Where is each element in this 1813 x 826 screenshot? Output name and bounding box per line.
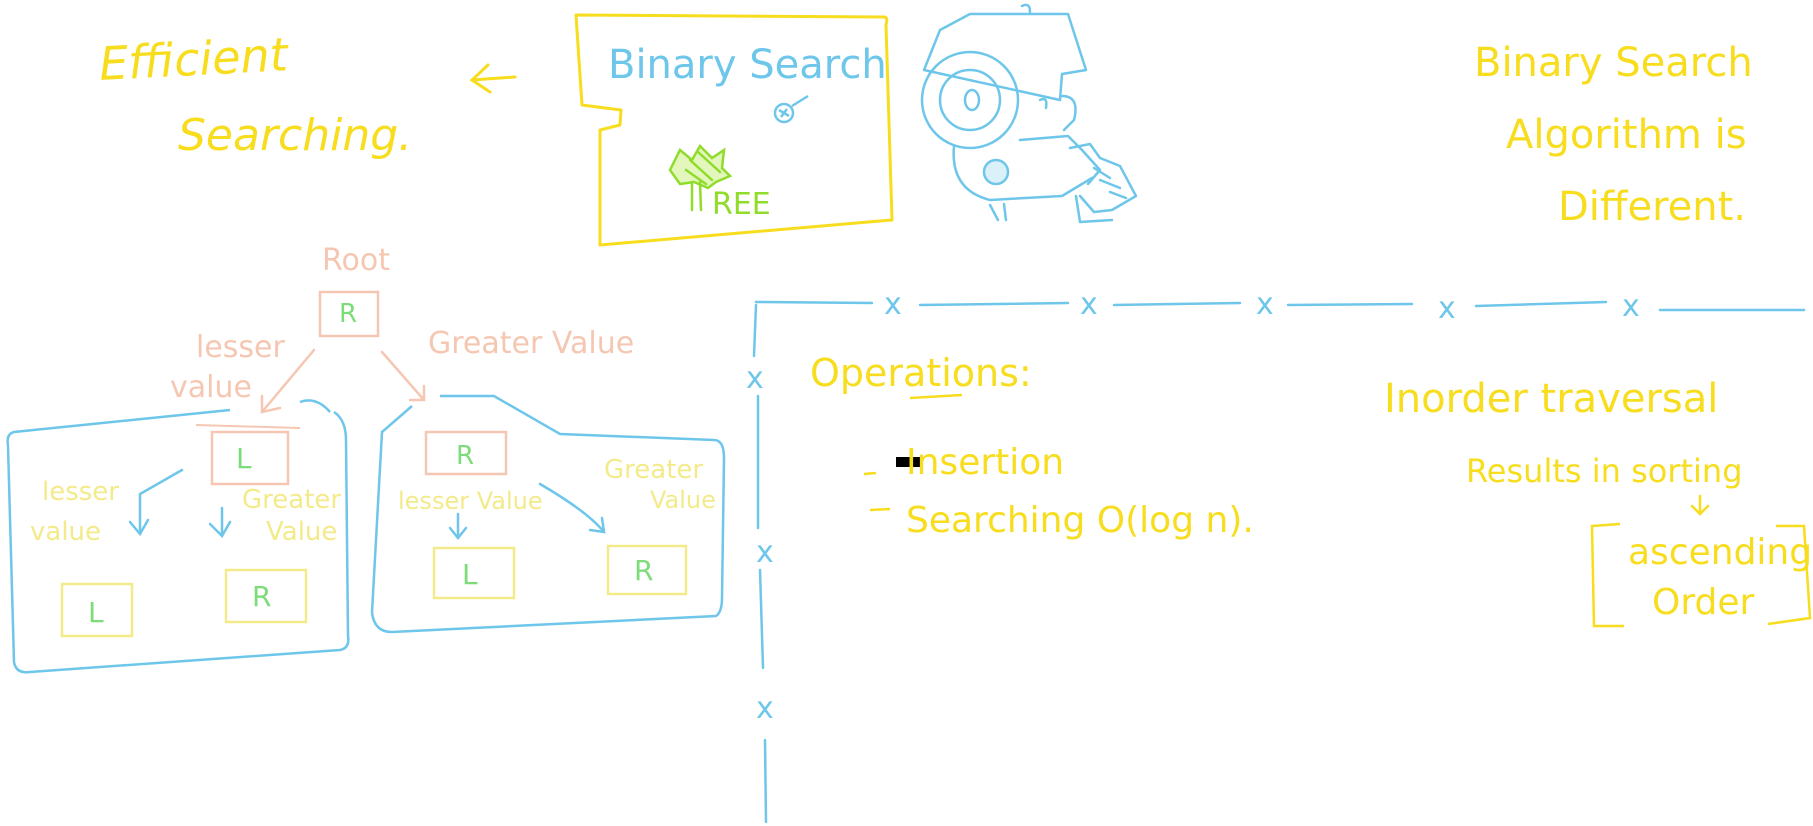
left-subtree-left-arrow-icon (128, 468, 184, 537)
right-subtree-right-arrow-icon (538, 482, 606, 534)
right-subtree: R lesser Value Greater Value L R (370, 394, 726, 634)
inorder-result-1: ascending (1628, 532, 1812, 573)
left-subtree-node-label: L (236, 442, 252, 475)
heading-efficient: Efficient (98, 27, 291, 91)
axis-mark: x (1256, 287, 1274, 322)
horizontal-axis (754, 300, 1806, 312)
left-subtree-left-leaf-label: L (88, 596, 104, 629)
title-box-tree-label: REE (712, 187, 771, 222)
left-edge-label-1: lesser (196, 330, 286, 365)
operations-title: Operations: (810, 351, 1032, 395)
right-subtree-greater-1: Greater (604, 455, 703, 485)
right-subtree-greater-2: Value (650, 486, 716, 514)
down-arrow-icon (1690, 494, 1710, 516)
note-right-line2: Algorithm is (1506, 112, 1747, 158)
axis-mark: x (1080, 287, 1098, 322)
right-subtree-left-leaf-label: L (462, 558, 478, 591)
axis-mark: x (1622, 289, 1640, 324)
inorder-section: Inorder traversal Results in sorting asc… (1384, 376, 1812, 628)
inorder-title: Inorder traversal (1384, 376, 1718, 422)
left-subtree-greater-1: Greater (242, 485, 341, 515)
right-subtree-node-label: R (456, 441, 474, 471)
inorder-result-2: Order (1652, 582, 1755, 623)
bullet-dash-1 (863, 471, 877, 476)
detective-illustration (920, 3, 1138, 224)
heading-searching: Searching. (178, 110, 412, 161)
right-edge-label: Greater Value (428, 326, 634, 361)
left-subtree-lesser-1: lesser (42, 477, 119, 507)
axis-mark: x (884, 287, 902, 322)
whiteboard-canvas: Efficient Searching. Binary Search REE B… (6, 3, 1812, 824)
left-subtree-lesser-2: value (30, 517, 101, 547)
left-subtree-greater-2: Value (266, 517, 337, 547)
right-subtree-lesser: lesser Value (398, 487, 543, 515)
note-right-line3: Different. (1558, 184, 1746, 230)
left-subtree: L lesser value Greater Value L R (6, 399, 350, 674)
axis-mark: x (756, 691, 774, 726)
note-right: Binary Search Algorithm is Different. (1474, 40, 1753, 230)
note-right-line1: Binary Search (1474, 40, 1753, 86)
magnifying-glass-icon (920, 50, 1020, 150)
left-arrow-icon (469, 63, 517, 94)
operations-item1: Insertion (906, 442, 1064, 483)
tree-root-node-label: R (339, 299, 357, 329)
bullet-dash-2 (869, 507, 891, 512)
axis-mark: x (746, 361, 764, 396)
root-right-arrow-icon (380, 350, 426, 402)
axis-mark: x (756, 535, 774, 570)
title-box: Binary Search REE (574, 13, 894, 247)
bst-diagram: Root R lesser value Greater Value L less… (6, 243, 726, 674)
left-subtree-right-arrow-icon (208, 506, 232, 539)
inorder-line1: Results in sorting (1466, 452, 1743, 490)
right-subtree-right-leaf-label: R (634, 554, 653, 587)
left-edge-label-2: value (170, 370, 252, 405)
axis-mark: x (1438, 291, 1456, 326)
title-box-title: Binary Search (608, 42, 887, 88)
left-subtree-right-leaf-label: R (252, 580, 271, 613)
operations-item2: Searching O(log n). (906, 500, 1254, 541)
operations-underline (909, 393, 963, 400)
operations-section: Operations: Insertion Searching O(log n)… (810, 351, 1254, 541)
tree-root-label: Root (322, 243, 390, 278)
magnifier-icon (773, 94, 809, 124)
right-subtree-left-arrow-icon (448, 512, 468, 541)
left-bracket (1590, 522, 1624, 628)
heading-group: Efficient Searching. (98, 27, 517, 161)
